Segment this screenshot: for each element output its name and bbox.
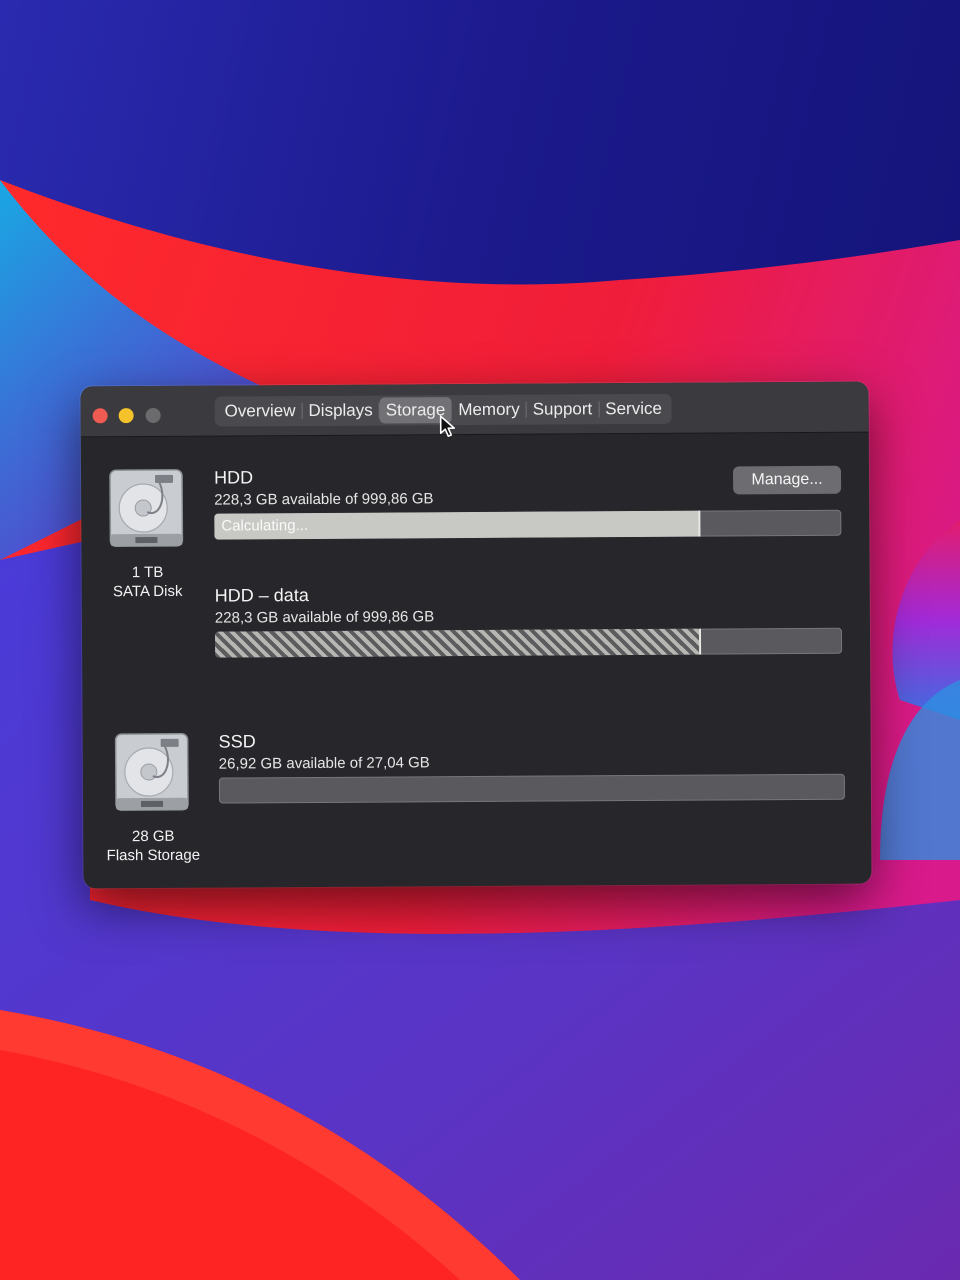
storage-bar-fill [214,628,702,658]
drive-capacity: 28 GB [131,827,175,846]
close-window-button[interactable] [92,408,108,424]
drive-caption: 28 GB Flash Storage [83,827,223,866]
tab-displays[interactable]: Displays [302,398,378,424]
tab-support[interactable]: Support [527,396,599,422]
hard-drive-icon [109,469,184,547]
manage-button[interactable]: Manage... [732,465,842,495]
drive-type: SATA Disk [112,582,183,601]
drive-caption: 1 TB SATA Disk [80,563,217,602]
volume-name: HDD – data [214,585,309,606]
storage-bar-label: Calculating... [221,517,309,535]
volume-available: 228,3 GB available of 999,86 GB [214,490,434,509]
system-information-window: Overview Displays Storage Memory Support… [80,381,872,889]
drive-capacity: 1 TB [131,563,164,582]
volume-available: 26,92 GB available of 27,04 GB [218,754,430,773]
zoom-window-button [145,407,161,424]
volume-name: HDD [213,467,254,488]
tab-service[interactable]: Service [599,396,668,422]
hard-drive-icon [114,733,189,811]
volume-available: 228,3 GB available of 999,86 GB [214,608,435,627]
tab-overview[interactable]: Overview [219,398,302,425]
storage-bar [214,627,843,658]
title-bar[interactable]: Overview Displays Storage Memory Support… [80,381,869,438]
storage-bar [218,773,846,804]
minimize-window-button[interactable] [118,408,134,424]
tab-memory[interactable]: Memory [452,397,526,423]
drive-type: Flash Storage [106,846,201,865]
mouse-pointer-icon [439,415,456,437]
volume-name: SSD [218,731,256,752]
storage-bar: Calculating... [214,509,842,540]
